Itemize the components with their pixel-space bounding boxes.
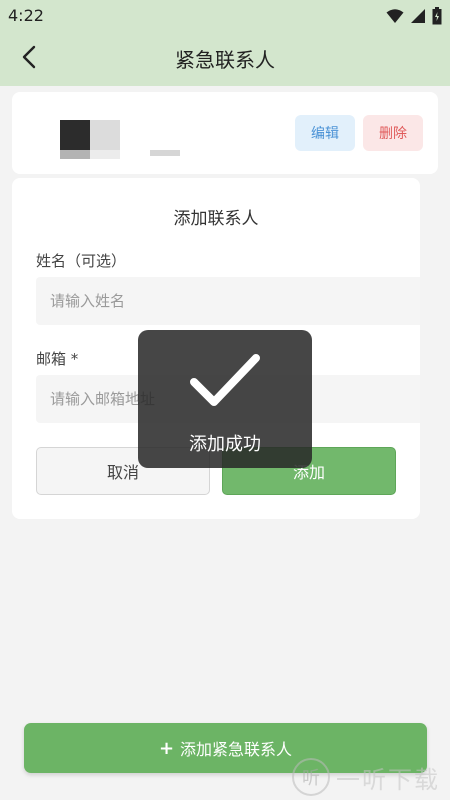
wifi-icon <box>386 8 404 24</box>
name-label: 姓名（可选） <box>36 252 127 270</box>
avatar <box>60 120 120 160</box>
watermark-text: 一听下载 <box>336 765 440 794</box>
plus-icon: + <box>158 737 175 759</box>
add-emergency-contact-label: 添加紧急联系人 <box>180 740 293 759</box>
status-bar: 4:22 <box>0 0 450 32</box>
status-icons <box>386 7 442 25</box>
checkmark-icon <box>190 352 260 414</box>
name-input[interactable] <box>36 277 420 325</box>
watermark: 听 一听下载 <box>292 758 440 796</box>
app-bar: 紧急联系人 <box>0 32 450 86</box>
delete-button[interactable]: 删除 <box>363 115 423 151</box>
toast-message: 添加成功 <box>189 434 261 455</box>
email-label: 邮箱 * <box>36 350 79 368</box>
watermark-logo: 听 <box>292 758 330 796</box>
signal-icon <box>410 8 426 24</box>
contact-name-placeholder <box>150 150 180 156</box>
edit-button[interactable]: 编辑 <box>295 115 355 151</box>
contact-card: 编辑 删除 <box>12 92 438 174</box>
success-toast: 添加成功 <box>138 330 312 468</box>
status-time: 4:22 <box>8 6 44 25</box>
battery-icon <box>432 7 442 25</box>
page-title: 紧急联系人 <box>175 48 275 72</box>
form-title: 添加联系人 <box>173 209 259 229</box>
